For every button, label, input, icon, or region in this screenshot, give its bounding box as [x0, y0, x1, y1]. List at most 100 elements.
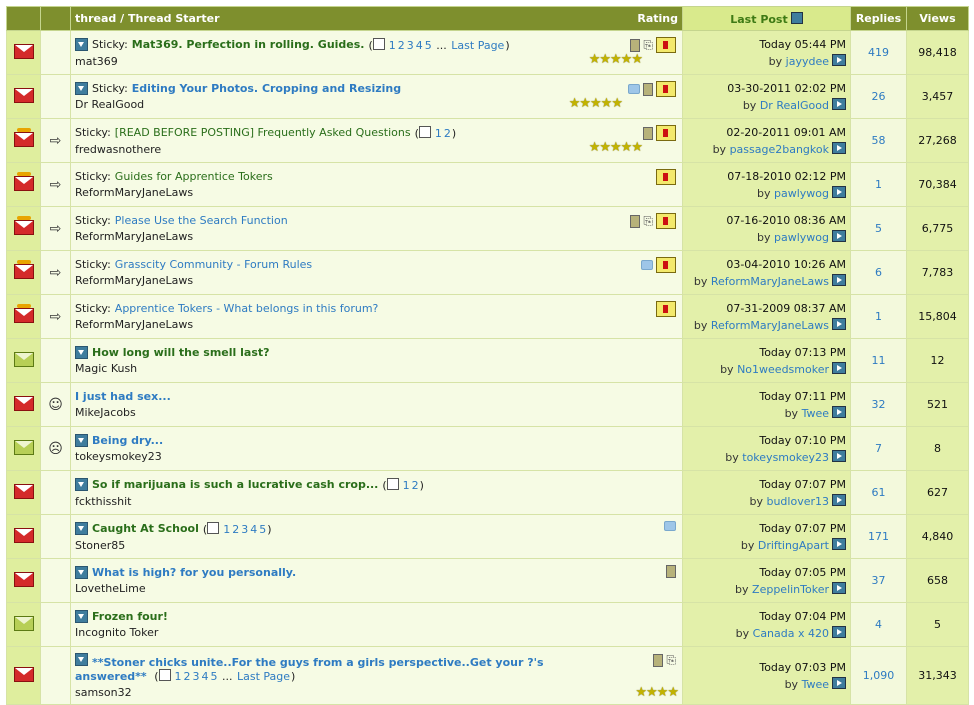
last-poster-link[interactable]: Twee: [802, 407, 829, 420]
thread-starter[interactable]: ReformMaryJaneLaws: [75, 318, 678, 331]
last-poster-link[interactable]: budlover13: [766, 495, 829, 508]
page-link[interactable]: 5: [425, 39, 432, 52]
go-to-last-post-icon[interactable]: [832, 537, 846, 550]
last-poster-link[interactable]: tokeysmokey23: [742, 451, 829, 464]
sort-desc-icon[interactable]: [790, 11, 803, 24]
go-to-last-post-icon[interactable]: [832, 449, 846, 462]
page-link[interactable]: 1: [223, 523, 230, 536]
rating-sort-link[interactable]: Rating: [637, 12, 678, 25]
page-link[interactable]: 1: [389, 39, 396, 52]
thread-title-link[interactable]: Editing Your Photos. Cropping and Resizi…: [132, 82, 401, 95]
views-col-header[interactable]: Views: [906, 6, 969, 31]
thread-title-link[interactable]: [READ BEFORE POSTING] Frequently Asked Q…: [115, 126, 411, 139]
thread-col-header[interactable]: thread / Thread Starter Rating: [70, 6, 683, 31]
go-to-last-post-icon[interactable]: [832, 317, 846, 330]
go-to-new-post-icon[interactable]: [75, 82, 88, 95]
thread-title-link[interactable]: I just had sex...: [75, 390, 171, 403]
thumbnail-icon[interactable]: [656, 301, 676, 317]
thread-title-link[interactable]: Apprentice Tokers - What belongs in this…: [115, 302, 379, 315]
page-link[interactable]: 3: [407, 39, 414, 52]
page-link[interactable]: 5: [259, 523, 266, 536]
thread-starter[interactable]: Incognito Toker: [75, 626, 678, 639]
thread-starter[interactable]: tokeysmokey23: [75, 450, 678, 463]
thread-title-link[interactable]: What is high? for you personally.: [92, 566, 296, 579]
thread-title-link[interactable]: So if marijuana is such a lucrative cash…: [92, 478, 378, 491]
go-to-new-post-icon[interactable]: [75, 652, 88, 666]
thread-starter[interactable]: fredwasnothere: [75, 143, 678, 156]
thread-starter[interactable]: fckthisshit: [75, 495, 678, 508]
page-link[interactable]: 2: [184, 670, 191, 683]
thread-title-link[interactable]: Frozen four!: [92, 610, 168, 623]
page-link[interactable]: 1: [403, 479, 410, 492]
thread-starter[interactable]: LovetheLime: [75, 582, 678, 595]
last-page-link[interactable]: Last Page: [451, 39, 504, 52]
thread-starter[interactable]: Magic Kush: [75, 362, 678, 375]
page-link[interactable]: 4: [250, 523, 257, 536]
go-to-new-post-icon[interactable]: [75, 346, 88, 359]
go-to-last-post-icon[interactable]: [832, 141, 846, 154]
page-link[interactable]: 5: [211, 670, 218, 683]
thread-starter[interactable]: ReformMaryJaneLaws: [75, 274, 678, 287]
thread-title-link[interactable]: Please Use the Search Function: [115, 214, 288, 227]
go-to-new-post-icon[interactable]: [75, 38, 88, 51]
lastpost-sort-link[interactable]: Last Post: [730, 13, 788, 26]
thread-sort-link[interactable]: thread: [75, 12, 116, 25]
last-poster-link[interactable]: ReformMaryJaneLaws: [711, 275, 829, 288]
page-link[interactable]: 4: [416, 39, 423, 52]
go-to-new-post-icon[interactable]: [75, 610, 88, 623]
thread-starter[interactable]: mat369: [75, 55, 678, 68]
thumbnail-icon[interactable]: [656, 81, 676, 97]
page-link[interactable]: 2: [412, 479, 419, 492]
page-link[interactable]: 2: [398, 39, 405, 52]
last-poster-link[interactable]: Canada x 420: [753, 627, 829, 640]
thumbnail-icon[interactable]: [656, 125, 676, 141]
go-to-last-post-icon[interactable]: [832, 405, 846, 418]
go-to-last-post-icon[interactable]: [832, 581, 846, 594]
page-link[interactable]: 3: [241, 523, 248, 536]
thread-title-link[interactable]: Being dry...: [92, 434, 163, 447]
go-to-last-post-icon[interactable]: [832, 361, 846, 374]
page-link[interactable]: 1: [435, 127, 442, 140]
go-to-new-post-icon[interactable]: [75, 522, 88, 535]
page-link[interactable]: 2: [444, 127, 451, 140]
thumbnail-icon[interactable]: [656, 169, 676, 185]
page-link[interactable]: 2: [232, 523, 239, 536]
last-page-link[interactable]: Last Page: [237, 670, 290, 683]
last-poster-link[interactable]: ZeppelinToker: [752, 583, 829, 596]
thread-starter[interactable]: Stoner85: [75, 539, 678, 552]
thread-starter[interactable]: ReformMaryJaneLaws: [75, 186, 678, 199]
thread-starter[interactable]: samson32: [75, 686, 678, 699]
last-poster-link[interactable]: No1weedsmoker: [737, 363, 829, 376]
last-poster-link[interactable]: Dr RealGood: [760, 99, 829, 112]
thread-title-link[interactable]: Caught At School: [92, 522, 199, 535]
thread-title-link[interactable]: Mat369. Perfection in rolling. Guides.: [132, 38, 365, 51]
last-poster-link[interactable]: ReformMaryJaneLaws: [711, 319, 829, 332]
page-link[interactable]: 1: [175, 670, 182, 683]
go-to-new-post-icon[interactable]: [75, 434, 88, 447]
thread-starter[interactable]: ReformMaryJaneLaws: [75, 230, 678, 243]
last-poster-link[interactable]: Twee: [802, 678, 829, 691]
last-poster-link[interactable]: pawlywog: [774, 231, 829, 244]
thread-title-link[interactable]: How long will the smell last?: [92, 346, 270, 359]
thread-title-link[interactable]: Grasscity Community - Forum Rules: [115, 258, 312, 271]
thread-title-link[interactable]: Guides for Apprentice Tokers: [115, 170, 273, 183]
thumbnail-icon[interactable]: [656, 213, 676, 229]
go-to-last-post-icon[interactable]: [832, 273, 846, 286]
last-poster-link[interactable]: DriftingApart: [758, 539, 829, 552]
last-poster-link[interactable]: passage2bangkok: [730, 143, 829, 156]
go-to-last-post-icon[interactable]: [832, 493, 846, 506]
last-poster-link[interactable]: jayydee: [786, 55, 829, 68]
page-link[interactable]: 3: [193, 670, 200, 683]
go-to-last-post-icon[interactable]: [832, 229, 846, 242]
thread-starter[interactable]: MikeJacobs: [75, 406, 678, 419]
lastpost-col-header[interactable]: Last Post: [682, 6, 851, 31]
last-poster-link[interactable]: pawlywog: [774, 187, 829, 200]
thumbnail-icon[interactable]: [656, 257, 676, 273]
go-to-last-post-icon[interactable]: [832, 97, 846, 110]
starter-sort-link[interactable]: Thread Starter: [128, 12, 220, 25]
page-link[interactable]: 4: [202, 670, 209, 683]
thumbnail-icon[interactable]: [656, 37, 676, 53]
thread-title-link[interactable]: **Stoner chicks unite..For the guys from…: [75, 656, 544, 683]
go-to-new-post-icon[interactable]: [75, 566, 88, 579]
replies-col-header[interactable]: Replies: [850, 6, 907, 31]
